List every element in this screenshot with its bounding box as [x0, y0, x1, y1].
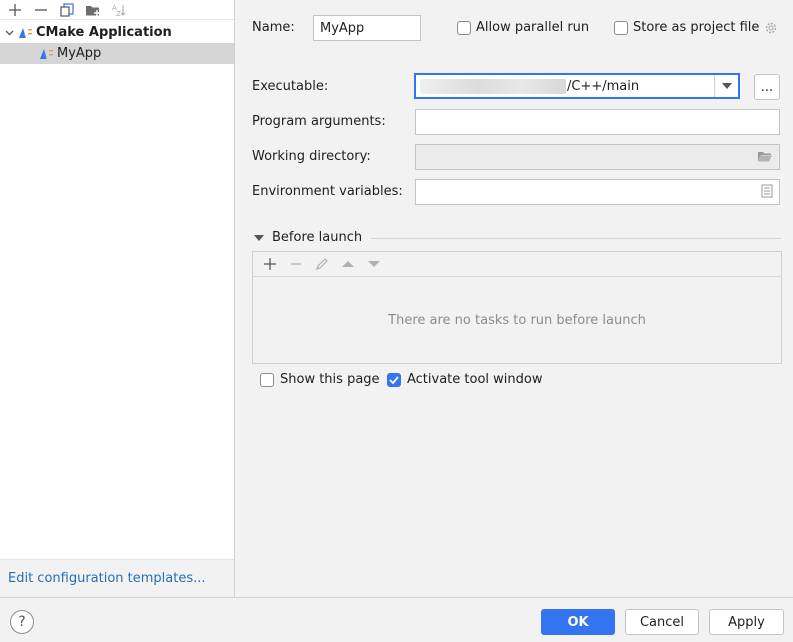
cmake-icon: [38, 47, 54, 61]
configurations-panel: AZ CMake Application MyApp Edit configur…: [0, 0, 235, 597]
executable-label: Executable:: [252, 79, 329, 94]
add-icon[interactable]: [257, 254, 283, 274]
show-this-page-label: Show this page: [280, 372, 380, 387]
tree-item-myapp[interactable]: MyApp: [0, 43, 234, 64]
cancel-button[interactable]: Cancel: [625, 609, 699, 635]
chevron-down-icon[interactable]: [1, 22, 17, 43]
svg-text:Z: Z: [116, 10, 121, 17]
help-button[interactable]: ?: [10, 610, 34, 634]
edit-icon[interactable]: [309, 254, 335, 274]
environment-variables-input[interactable]: [415, 179, 780, 205]
section-divider: [371, 238, 781, 239]
move-up-icon[interactable]: [335, 254, 361, 274]
activate-tool-window-label: Activate tool window: [407, 372, 543, 387]
store-as-project-file-label: Store as project file: [633, 20, 760, 35]
left-footer: Edit configuration templates...: [0, 559, 234, 597]
checkmark-icon: [389, 376, 399, 385]
name-label: Name:: [252, 20, 295, 35]
store-as-project-file-checkbox[interactable]: [614, 21, 628, 35]
chevron-down-icon[interactable]: [254, 234, 264, 241]
configurations-toolbar: AZ: [0, 0, 234, 20]
cmake-icon: [17, 26, 33, 40]
before-launch-header[interactable]: Before launch: [254, 230, 362, 245]
configurations-tree: CMake Application MyApp: [0, 22, 234, 64]
apply-button[interactable]: Apply: [709, 609, 784, 635]
tree-item-label: MyApp: [57, 46, 102, 61]
configuration-editor: Name: MyApp Allow parallel run Store as …: [236, 0, 793, 597]
before-launch-panel: There are no tasks to run before launch: [252, 251, 782, 364]
gear-icon[interactable]: [764, 21, 778, 39]
executable-value: /C++/main: [567, 78, 640, 94]
program-arguments-label: Program arguments:: [252, 114, 386, 129]
program-arguments-input[interactable]: [415, 109, 780, 135]
document-icon[interactable]: [761, 184, 773, 202]
dialog-footer: ? OK Cancel Apply: [0, 597, 793, 642]
show-this-page-checkbox[interactable]: [260, 373, 274, 387]
edit-configuration-templates-link[interactable]: Edit configuration templates...: [8, 571, 206, 586]
folder-add-icon[interactable]: [80, 0, 106, 20]
tree-group-cmake-application[interactable]: CMake Application: [0, 22, 234, 43]
copy-icon[interactable]: [54, 0, 80, 20]
executable-combo[interactable]: /C++/main: [414, 73, 740, 99]
folder-open-icon[interactable]: [757, 149, 773, 167]
before-launch-toolbar: [253, 252, 781, 277]
remove-icon[interactable]: [283, 254, 309, 274]
working-directory-input[interactable]: [415, 144, 780, 170]
sort-alpha-icon[interactable]: AZ: [106, 0, 132, 20]
allow-parallel-run-checkbox[interactable]: [457, 21, 471, 35]
tree-group-label: CMake Application: [36, 25, 172, 40]
move-down-icon[interactable]: [361, 254, 387, 274]
environment-variables-label: Environment variables:: [252, 184, 403, 199]
before-launch-empty-text: There are no tasks to run before launch: [388, 312, 646, 328]
allow-parallel-run-label: Allow parallel run: [476, 20, 590, 35]
chevron-down-icon[interactable]: [714, 75, 738, 97]
name-value: MyApp: [320, 20, 365, 36]
working-directory-label: Working directory:: [252, 149, 371, 164]
add-icon[interactable]: [2, 0, 28, 20]
activate-tool-window-checkbox[interactable]: [387, 373, 401, 387]
before-launch-title: Before launch: [272, 230, 363, 245]
executable-browse-button[interactable]: ...: [754, 74, 780, 100]
remove-icon[interactable]: [28, 0, 54, 20]
redacted-path: [420, 78, 566, 94]
ok-button[interactable]: OK: [541, 609, 615, 635]
name-input[interactable]: MyApp: [313, 15, 421, 41]
